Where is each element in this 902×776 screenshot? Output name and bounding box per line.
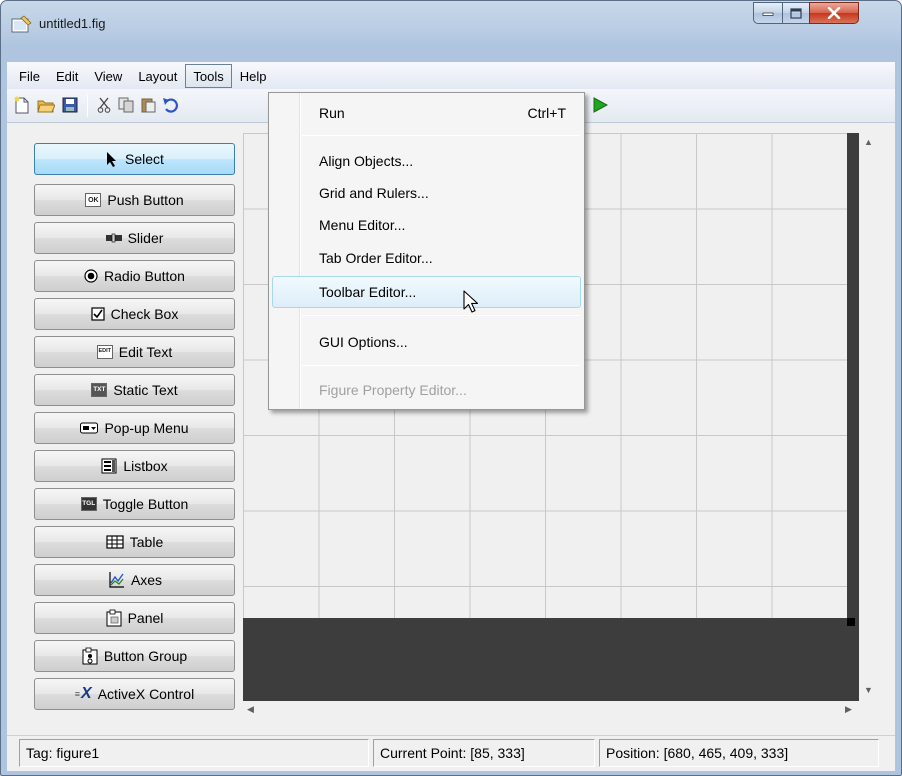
vertical-scrollbar[interactable]: ▲ ▼ xyxy=(859,133,877,701)
axes-icon xyxy=(109,572,124,588)
palette-edit-text[interactable]: EDIT Edit Text xyxy=(34,336,235,368)
menu-file[interactable]: File xyxy=(11,64,48,88)
palette-label: Button Group xyxy=(103,648,188,664)
palette-label: Panel xyxy=(127,610,164,626)
close-button[interactable] xyxy=(809,2,859,24)
scroll-up-icon[interactable]: ▲ xyxy=(864,137,873,147)
maximize-button[interactable] xyxy=(782,2,810,24)
button-group-icon xyxy=(82,647,98,665)
palette-label: Table xyxy=(129,534,164,550)
menu-edit[interactable]: Edit xyxy=(48,64,86,88)
minimize-icon xyxy=(762,12,774,16)
palette-static-text[interactable]: TXT Static Text xyxy=(34,374,235,406)
tools-menu-align-objects[interactable]: Align Objects... xyxy=(272,145,581,177)
menu-help[interactable]: Help xyxy=(232,64,275,88)
palette-popup-menu[interactable]: Pop-up Menu xyxy=(34,412,235,444)
palette-check-box[interactable]: Check Box xyxy=(34,298,235,330)
palette-label: Pop-up Menu xyxy=(104,420,189,436)
scroll-down-icon[interactable]: ▼ xyxy=(864,685,873,695)
panel-icon xyxy=(106,609,122,627)
horizontal-scrollbar[interactable]: ◀ ▶ xyxy=(243,701,859,719)
figure-resize-handle[interactable] xyxy=(847,618,855,626)
menu-separator xyxy=(302,365,580,366)
figure-file-icon xyxy=(11,15,32,33)
tools-menu-menu-editor[interactable]: Menu Editor... xyxy=(272,209,581,241)
palette-button-group[interactable]: Button Group xyxy=(34,640,235,672)
mouse-cursor-icon xyxy=(463,290,479,313)
scroll-left-icon[interactable]: ◀ xyxy=(247,704,254,715)
tools-menu-run[interactable]: Run Ctrl+T xyxy=(272,97,581,129)
close-icon xyxy=(827,7,841,19)
minimize-button[interactable] xyxy=(753,2,783,24)
menu-shortcut: Ctrl+T xyxy=(527,105,567,121)
tools-menu-gui-options[interactable]: GUI Options... xyxy=(272,326,581,358)
palette-select[interactable]: Select xyxy=(34,143,235,175)
listbox-icon xyxy=(101,458,117,474)
menu-layout[interactable]: Layout xyxy=(130,64,185,88)
palette-radio-button[interactable]: Radio Button xyxy=(34,260,235,292)
checkbox-icon xyxy=(91,307,105,321)
open-folder-icon[interactable] xyxy=(37,96,55,114)
status-position: Position: [680, 465, 409, 333] xyxy=(599,739,879,767)
palette-label: Push Button xyxy=(107,192,184,208)
menu-item-label: Run xyxy=(319,105,345,121)
tools-menu-grid-and-rulers[interactable]: Grid and Rulers... xyxy=(272,177,581,209)
popup-menu-icon xyxy=(80,422,99,434)
palette-activex-control[interactable]: ≡ X ActiveX Control xyxy=(34,678,235,710)
palette-label: Slider xyxy=(127,230,164,246)
radio-button-icon xyxy=(84,269,98,283)
window-title: untitled1.fig xyxy=(39,16,106,31)
edit-text-icon: EDIT xyxy=(96,345,113,359)
paste-icon[interactable] xyxy=(139,96,157,114)
palette-axes[interactable]: Axes xyxy=(34,564,235,596)
toggle-button-icon: TGL xyxy=(80,497,97,511)
palette-label: Select xyxy=(125,151,164,167)
menu-bar: File Edit View Layout Tools Help xyxy=(7,61,895,89)
run-icon[interactable] xyxy=(591,96,609,114)
palette-label: Toggle Button xyxy=(102,496,189,512)
activex-icon-glyph: X xyxy=(81,685,92,702)
menu-tools[interactable]: Tools xyxy=(185,63,232,88)
palette-label: Check Box xyxy=(110,306,179,322)
palette-push-button[interactable]: OK Push Button xyxy=(34,184,235,216)
palette-panel[interactable]: Panel xyxy=(34,602,235,634)
title-bar[interactable]: untitled1.fig xyxy=(1,1,901,47)
tools-menu-figure-property-editor: Figure Property Editor... xyxy=(319,382,467,398)
tools-menu-tab-order-editor[interactable]: Tab Order Editor... xyxy=(272,242,581,274)
status-bar: Tag: figure1 Current Point: [85, 333] Po… xyxy=(7,735,895,771)
activex-icon: ≡ X xyxy=(74,685,92,702)
palette-label: ActiveX Control xyxy=(97,686,195,702)
palette-label: Listbox xyxy=(123,458,168,474)
tools-menu-dropdown: Run Ctrl+T Align Objects... Grid and Rul… xyxy=(268,92,585,410)
palette-listbox[interactable]: Listbox xyxy=(34,450,235,482)
table-icon xyxy=(106,535,124,549)
status-current-point: Current Point: [85, 333] xyxy=(373,739,595,767)
maximize-icon xyxy=(790,7,802,19)
scroll-right-icon[interactable]: ▶ xyxy=(845,704,852,715)
palette-label: Edit Text xyxy=(118,344,173,360)
palette-label: Axes xyxy=(130,572,163,588)
palette-table[interactable]: Table xyxy=(34,526,235,558)
palette-label: Static Text xyxy=(113,382,178,398)
arrow-pointer-icon xyxy=(107,152,117,167)
menu-view[interactable]: View xyxy=(86,64,130,88)
slider-icon xyxy=(105,233,122,243)
undo-icon[interactable] xyxy=(161,96,179,114)
menu-separator xyxy=(302,135,580,136)
static-text-icon: TXT xyxy=(91,383,108,397)
copy-icon[interactable] xyxy=(117,96,135,114)
palette-label: Radio Button xyxy=(104,268,185,284)
new-file-icon[interactable] xyxy=(13,96,31,114)
menu-separator xyxy=(302,315,580,316)
toolbar-separator xyxy=(87,95,88,117)
save-icon[interactable] xyxy=(61,96,79,114)
cut-icon[interactable] xyxy=(95,96,113,114)
palette-toggle-button[interactable]: TGL Toggle Button xyxy=(34,488,235,520)
push-button-icon: OK xyxy=(85,193,102,207)
palette-slider[interactable]: Slider xyxy=(34,222,235,254)
tools-menu-toolbar-editor[interactable]: Toolbar Editor... xyxy=(272,276,581,308)
status-tag: Tag: figure1 xyxy=(19,739,369,767)
